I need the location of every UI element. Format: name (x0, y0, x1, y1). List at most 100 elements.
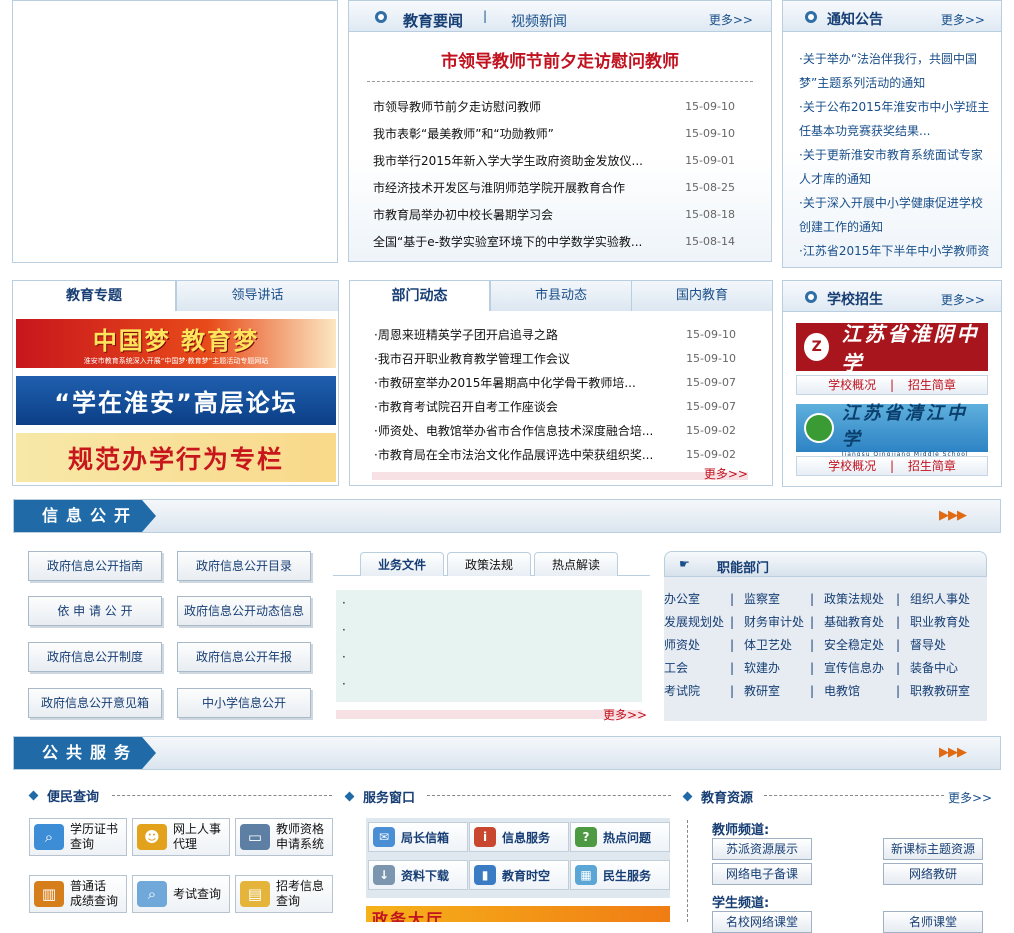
notice-item[interactable]: ·关于深入开展中小学健康促进学校创建工作的通知 (799, 191, 991, 239)
famous-teacher-classroom-button[interactable]: 名师课堂 (883, 911, 983, 933)
gov-info-annual-report-button[interactable]: 政府信息公开年报 (177, 642, 311, 672)
business-file-item[interactable]: · (342, 648, 636, 675)
department-link[interactable]: 组织人事处 (910, 588, 986, 611)
info-arrows-icon[interactable]: ▶▶▶ (939, 508, 967, 523)
huaiyin-school-logo[interactable]: Z 江苏省淮阴中学 (796, 322, 988, 375)
recruit-info-query-button[interactable]: ▤ 招考信息 查询 (235, 875, 333, 913)
tab-leader-speech[interactable]: 领导讲话 (176, 281, 338, 311)
online-teaching-research-button[interactable]: 网络教研 (883, 863, 983, 885)
new-curriculum-resource-button[interactable]: 新课标主题资源 (883, 838, 983, 860)
apply-disclosure-button[interactable]: 依 申 请 公 开 (28, 596, 162, 626)
dept-news-item-title[interactable]: ·市教育局在全市法治文化作品展评选中荣获组织奖... (374, 446, 653, 463)
news-item[interactable]: 市教育局举办初中校长暑期学习会 15-08-18 (373, 201, 735, 228)
dept-news-item-title[interactable]: ·我市召开职业教育教学管理工作会议 (374, 350, 570, 367)
news-item-title[interactable]: 我市举行2015年新入学大学生政府资助金发放仪... (373, 152, 643, 169)
resources-more-link[interactable]: 更多>> (948, 789, 992, 806)
tab-hot-topics[interactable]: 热点解读 (534, 552, 618, 576)
news-item[interactable]: 我市举行2015年新入学大学生政府资助金发放仪... 15-09-01 (373, 147, 735, 174)
department-link[interactable]: 监察室 (744, 588, 810, 611)
government-hall-banner[interactable]: 政务大厅 (366, 906, 670, 922)
dept-news-item[interactable]: ·市教育考试院召开自考工作座谈会 15-09-07 (374, 394, 736, 418)
dept-news-item[interactable]: ·市教研室举办2015年暑期高中化学骨干教师培... 15-09-07 (374, 370, 736, 394)
qingjiang-overview-link[interactable]: 学校概况 (828, 459, 876, 473)
sup-resource-showcase-button[interactable]: 苏派资源展示 (712, 838, 812, 860)
business-file-item[interactable]: · (342, 675, 636, 702)
department-link[interactable]: 职业教育处 (910, 611, 986, 634)
dept-news-item-title[interactable]: ·周恩来班精英学子团开启追寻之路 (374, 326, 558, 343)
news-item[interactable]: 市领导教师节前夕走访慰问教师 15-09-10 (373, 93, 735, 120)
department-link[interactable]: 发展规划处 (664, 611, 730, 634)
department-link[interactable]: 电教馆 (824, 680, 896, 703)
data-download-button[interactable]: ↓ 资料下载 (368, 860, 468, 890)
online-lesson-prep-button[interactable]: 网络电子备课 (712, 863, 812, 885)
news-item-title[interactable]: 市教育局举办初中校长暑期学习会 (373, 206, 553, 223)
livelihood-service-button[interactable]: ▦ 民生服务 (570, 860, 670, 890)
famous-school-classroom-button[interactable]: 名校网络课堂 (712, 911, 812, 933)
business-file-item[interactable]: · (342, 594, 636, 621)
school-info-disclosure-button[interactable]: 中小学信息公开 (177, 688, 311, 718)
tab-policy-regulations[interactable]: 政策法规 (447, 552, 531, 576)
gov-info-guide-button[interactable]: 政府信息公开指南 (28, 551, 162, 581)
online-hr-agent-button[interactable]: ☻ 网上人事 代理 (132, 818, 230, 856)
qingjiang-school-logo[interactable]: 江苏省清江中学 Jiangsu Qingjiang Middle School (796, 403, 988, 458)
degree-cert-query-button[interactable]: ⌕ 学历证书 查询 (29, 818, 127, 856)
news-item[interactable]: 我市表彰“最美教师”和“功勋教师” 15-09-10 (373, 120, 735, 147)
mandarin-score-query-button[interactable]: ▥ 普通话 成绩查询 (29, 875, 127, 913)
department-link[interactable]: 宣传信息办 (824, 657, 896, 680)
department-link[interactable]: 办公室 (664, 588, 730, 611)
service-arrows-icon[interactable]: ▶▶▶ (939, 745, 967, 760)
tab-department-news[interactable]: 部门动态 (350, 281, 490, 311)
department-link[interactable]: 职教教研室 (910, 680, 986, 703)
news-headline[interactable]: 市领导教师节前夕走访慰问教师 (349, 47, 771, 72)
department-link[interactable]: 体卫艺处 (744, 634, 810, 657)
news-item-title[interactable]: 全国“基于e-数学实验室环境下的中学数学实验教... (373, 233, 642, 250)
news-item-title[interactable]: 市领导教师节前夕走访慰问教师 (373, 98, 541, 115)
huaiyin-overview-link[interactable]: 学校概况 (828, 378, 876, 392)
notice-item[interactable]: ·关于更新淮安市教育系统面试专家人才库的通知 (799, 143, 991, 191)
director-mailbox-button[interactable]: ✉ 局长信箱 (368, 822, 468, 852)
tab-education-topic[interactable]: 教育专题 (13, 281, 176, 311)
tab-domestic-education[interactable]: 国内教育 (632, 281, 772, 311)
department-link[interactable]: 政策法规处 (824, 588, 896, 611)
dept-news-item[interactable]: ·市教育局在全市法治文化作品展评选中荣获组织奖... 15-09-02 (374, 442, 736, 466)
admission-more-link[interactable]: 更多>> (941, 291, 985, 308)
news-item-title[interactable]: 市经济技术开发区与淮阴师范学院开展教育合作 (373, 179, 625, 196)
dept-news-item[interactable]: ·我市召开职业教育教学管理工作会议 15-09-10 (374, 346, 736, 370)
notice-item[interactable]: ·关于公布2015年淮安市中小学班主任基本功竞赛获奖结果... (799, 95, 991, 143)
department-link[interactable]: 财务审计处 (744, 611, 810, 634)
department-link[interactable]: 督导处 (910, 634, 986, 657)
gov-info-catalog-button[interactable]: 政府信息公开目录 (177, 551, 311, 581)
dept-news-item-title[interactable]: ·师资处、电教馆举办省市合作信息技术深度融合培... (374, 422, 653, 439)
exam-query-button[interactable]: ⌕ 考试查询 (132, 875, 230, 913)
dept-news-item[interactable]: ·师资处、电教馆举办省市合作信息技术深度融合培... 15-09-02 (374, 418, 736, 442)
business-file-item[interactable]: · (342, 621, 636, 648)
department-link[interactable]: 装备中心 (910, 657, 986, 680)
department-link[interactable]: 工会 (664, 657, 730, 680)
china-dream-banner[interactable]: 中国梦 教育梦 淮安市教育系统深入开展“中国梦·教育梦”主题活动专题网站 (16, 319, 336, 368)
department-link[interactable]: 软建办 (744, 657, 810, 680)
news-item[interactable]: 全国“基于e-数学实验室环境下的中学数学实验教... 15-08-14 (373, 228, 735, 255)
notice-item[interactable]: ·江苏省2015年下半年中小学教师资 (799, 239, 991, 261)
gov-info-mailbox-button[interactable]: 政府信息公开意见箱 (28, 688, 162, 718)
tab-county-news[interactable]: 市县动态 (490, 281, 632, 311)
tab-education-news[interactable]: 教育要闻 (403, 10, 463, 31)
news-item[interactable]: 市经济技术开发区与淮阴师范学院开展教育合作 15-08-25 (373, 174, 735, 201)
huaian-forum-banner[interactable]: “学在淮安”高层论坛 (16, 376, 336, 425)
dept-news-item[interactable]: ·周恩来班精英学子团开启追寻之路 15-09-10 (374, 322, 736, 346)
education-space-button[interactable]: ▮ 教育时空 (469, 860, 569, 890)
gov-info-dynamic-button[interactable]: 政府信息公开动态信息 (177, 596, 311, 626)
school-conduct-banner[interactable]: 规范办学行为专栏 (16, 433, 336, 482)
file-more-link[interactable]: 更多>> (603, 706, 647, 723)
hot-issues-button[interactable]: ? 热点问题 (570, 822, 670, 852)
department-link[interactable]: 考试院 (664, 680, 730, 703)
huaiyin-brochure-link[interactable]: 招生简章 (908, 378, 956, 392)
teacher-cert-apply-button[interactable]: ▭ 教师资格 申请系统 (235, 818, 333, 856)
department-link[interactable]: 安全稳定处 (824, 634, 896, 657)
news-more-link[interactable]: 更多>> (709, 11, 753, 28)
news-item-title[interactable]: 我市表彰“最美教师”和“功勋教师” (373, 125, 554, 142)
dept-news-item-title[interactable]: ·市教育考试院召开自考工作座谈会 (374, 398, 558, 415)
notice-item[interactable]: ·关于举办“法治伴我行，共圆中国梦”主题系列活动的通知 (799, 47, 991, 95)
notice-more-link[interactable]: 更多>> (941, 11, 985, 28)
department-link[interactable]: 基础教育处 (824, 611, 896, 634)
department-link[interactable]: 师资处 (664, 634, 730, 657)
